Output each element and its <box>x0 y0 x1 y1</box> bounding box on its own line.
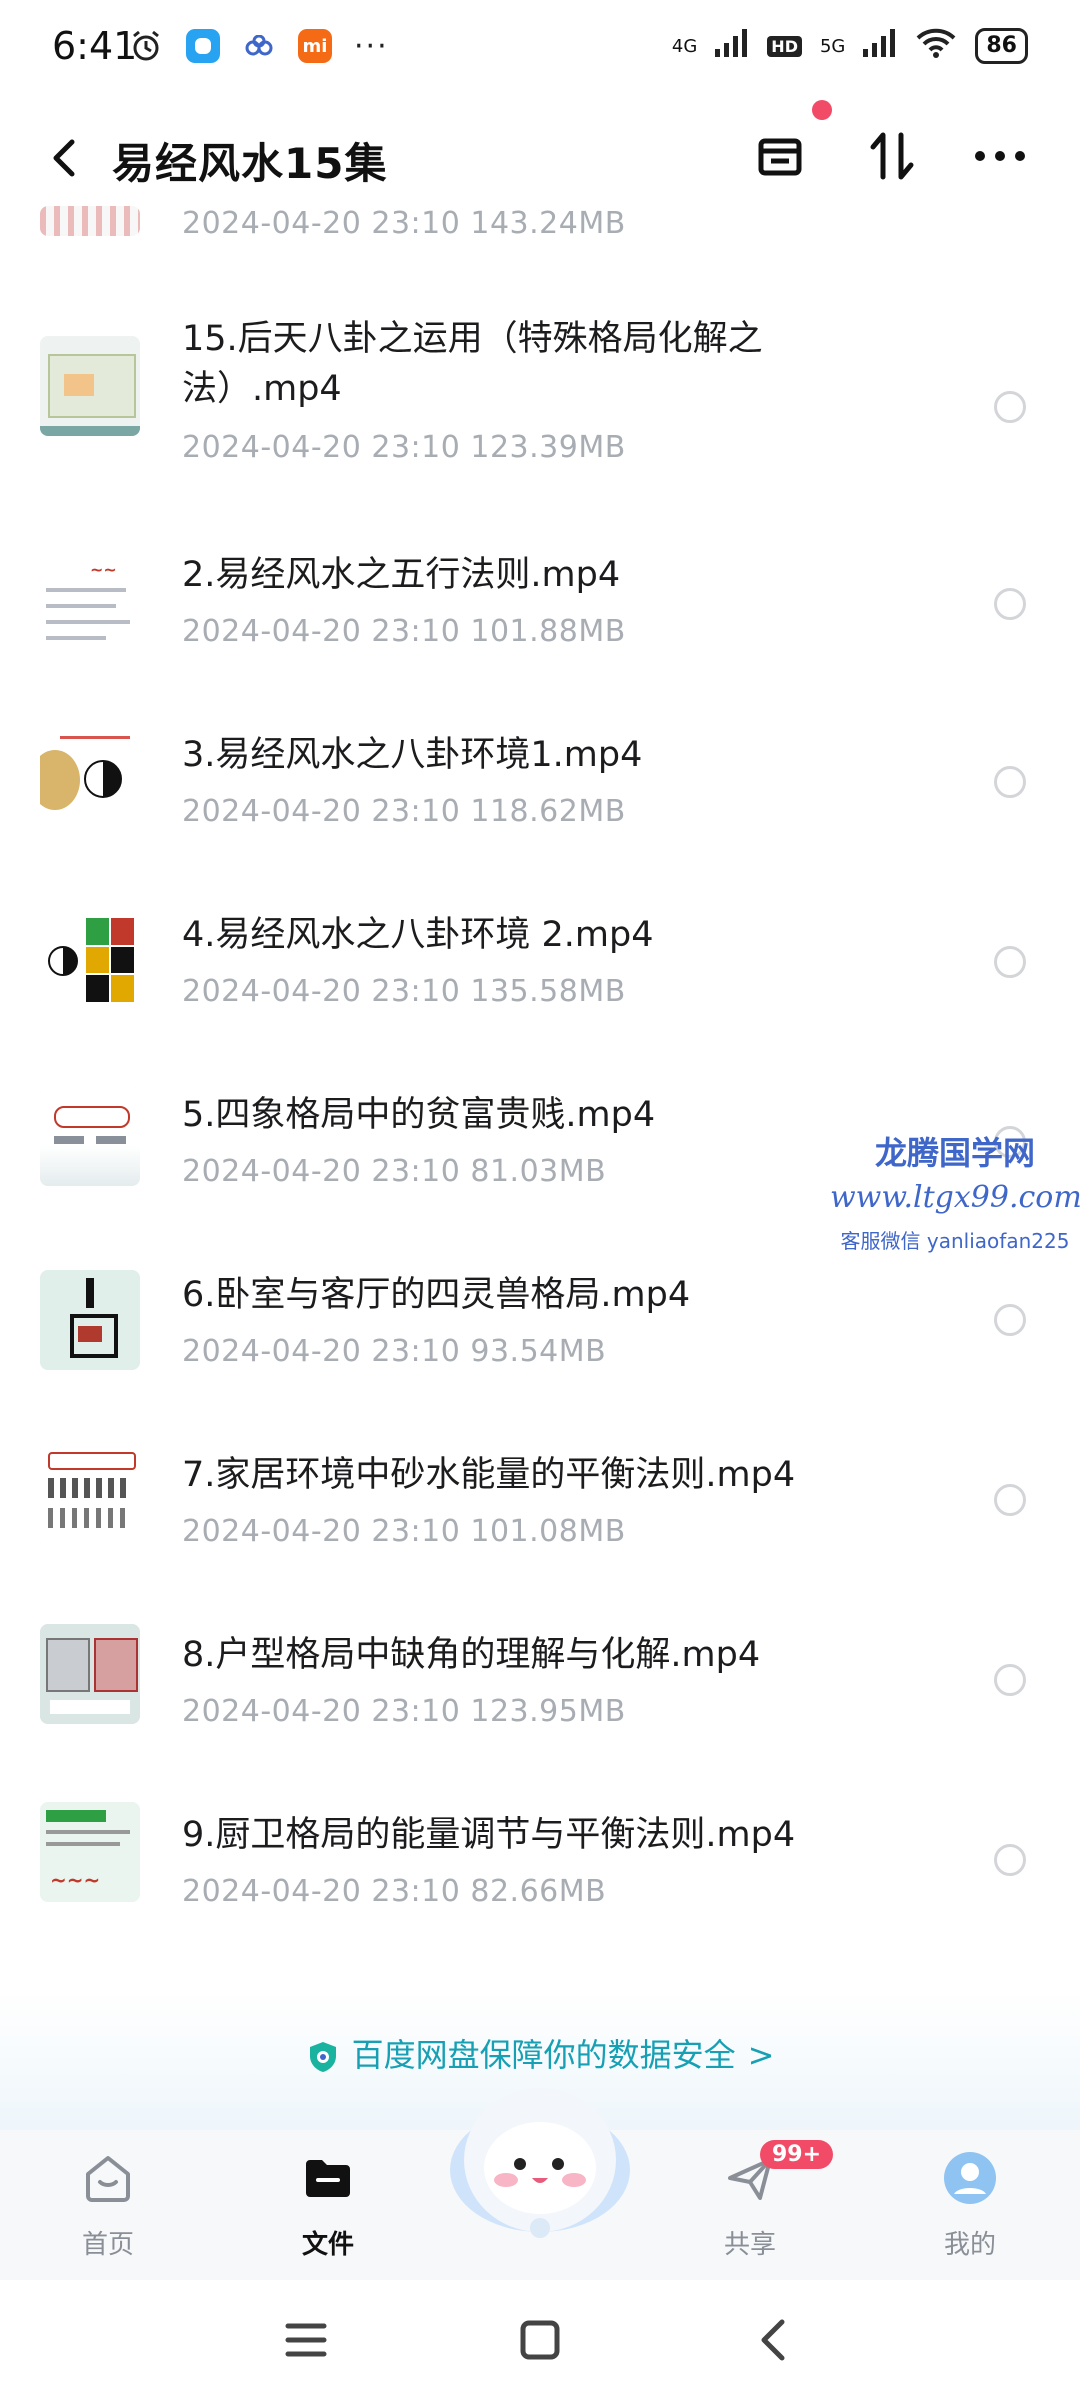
battery-indicator: 86 <box>975 28 1028 64</box>
recent-apps-button[interactable] <box>276 2310 336 2370</box>
watermark: 龙腾国学网 www.ltgx99.com 客服微信 yanliaofan225 <box>830 1128 1080 1254</box>
select-radio[interactable] <box>994 588 1026 620</box>
bagua-grid <box>86 918 134 1002</box>
select-radio[interactable] <box>994 1304 1026 1336</box>
file-meta: 2024-04-20 23:10 81.03MB <box>182 1154 607 1189</box>
signal-icon <box>715 29 749 63</box>
select-radio[interactable] <box>994 1664 1026 1696</box>
watermark-contact: 客服微信 yanliaofan225 <box>840 1229 1070 1253</box>
shield-icon <box>309 2042 336 2072</box>
yin-yang-icon <box>84 760 122 798</box>
file-row[interactable]: ~~~ 9.厨卫格局的能量调节与平衡法则.mp4 2024-04-20 23:1… <box>0 1780 1080 1950</box>
file-name: 8.户型格局中缺角的理解与化解.mp4 <box>182 1635 761 1675</box>
file-name: 2.易经风水之五行法则.mp4 <box>182 555 621 595</box>
watermark-title: 龙腾国学网 <box>874 1134 1035 1172</box>
baidu-pan-notification-icon <box>242 29 276 63</box>
file-meta: 2024-04-20 23:10 135.58MB <box>182 974 626 1009</box>
notification-dot <box>812 100 832 120</box>
file-name: 4.易经风水之八卦环境 2.mp4 <box>182 915 654 955</box>
file-meta: 2024-04-20 23:10 118.62MB <box>182 794 626 829</box>
file-meta: 2024-04-20 23:10 101.08MB <box>182 1514 626 1549</box>
signal2-icon <box>863 29 897 63</box>
file-meta: 2024-04-20 23:10 123.95MB <box>182 1694 626 1729</box>
nav-share-label: 共享 <box>723 2230 776 2260</box>
file-row[interactable]: 8.户型格局中缺角的理解与化解.mp4 2024-04-20 23:10 123… <box>0 1600 1080 1770</box>
home-icon <box>86 2156 130 2202</box>
file-name: 9.厨卫格局的能量调节与平衡法则.mp4 <box>182 1815 796 1855</box>
menu-icon <box>285 2323 327 2357</box>
watermark-url: www.ltgx99.com <box>830 1180 1080 1215</box>
network1-label: 4G <box>671 35 698 57</box>
alarm-icon <box>128 28 164 64</box>
status-notification-icons: mi ··· <box>128 28 389 64</box>
folder-icon <box>306 2160 350 2197</box>
file-thumbnail <box>40 1624 140 1724</box>
hd-badge: HD <box>767 35 802 57</box>
file-meta: 2024-04-20 23:10 82.66MB <box>182 1874 607 1909</box>
square-icon <box>520 2320 560 2360</box>
nav-profile-label: 我的 <box>943 2230 996 2260</box>
select-radio[interactable] <box>994 946 1026 978</box>
select-radio[interactable] <box>994 1844 1026 1876</box>
back-arrow-icon <box>761 2319 785 2361</box>
status-time: 6:41 <box>52 24 138 68</box>
file-name: 6.卧室与客厅的四灵兽格局.mp4 <box>182 1275 691 1315</box>
file-thumbnail <box>40 1446 140 1546</box>
file-row[interactable]: ~~ 2.易经风水之五行法则.mp4 2024-04-20 23:10 101.… <box>0 520 1080 690</box>
file-name: 5.四象格局中的贫富贵贱.mp4 <box>182 1095 656 1135</box>
file-meta: 2024-04-20 23:10 123.39MB <box>182 430 626 465</box>
file-meta: 2024-04-20 23:10 93.54MB <box>182 1334 607 1369</box>
file-thumbnail <box>40 206 140 236</box>
mi-notification-icon: mi <box>298 29 332 63</box>
home-button[interactable] <box>510 2310 570 2370</box>
nav-home-label: 首页 <box>81 2230 134 2260</box>
file-thumbnail: ~~ <box>40 554 140 654</box>
nav-files[interactable]: 文件 <box>258 2150 398 2261</box>
file-thumbnail <box>40 730 140 830</box>
file-row[interactable]: 6.卧室与客厅的四灵兽格局.mp4 2024-04-20 23:10 93.54… <box>0 1240 1080 1410</box>
system-back-button[interactable] <box>744 2310 804 2370</box>
file-thumbnail <box>40 906 140 1006</box>
nav-home[interactable]: 首页 <box>38 2150 178 2261</box>
status-bar: 6:41 mi ··· 4G HD 5G 86 <box>0 0 1080 96</box>
select-radio[interactable] <box>994 766 1026 798</box>
file-name: 15.后天八卦之运用（特殊格局化解之法）.mp4 <box>182 319 763 409</box>
file-thumbnail <box>40 336 140 436</box>
file-row[interactable]: 15.后天八卦之运用（特殊格局化解之法）.mp4 2024-04-20 23:1… <box>0 300 1080 530</box>
select-radio[interactable] <box>994 1484 1026 1516</box>
assistant-mascot-button[interactable] <box>440 2060 640 2250</box>
file-name: 7.家居环境中砂水能量的平衡法则.mp4 <box>182 1455 796 1495</box>
wifi-icon <box>915 28 957 64</box>
select-radio[interactable] <box>994 391 1026 423</box>
chevron-right-icon: > <box>747 2036 775 2074</box>
share-badge: 99+ <box>760 2140 834 2169</box>
file-thumbnail <box>40 1086 140 1186</box>
file-row[interactable]: 2024-04-20 23:10 143.24MB <box>0 140 1080 310</box>
system-nav-bar <box>0 2280 1080 2400</box>
nav-profile[interactable]: 我的 <box>900 2150 1040 2261</box>
more-notifications-icon: ··· <box>354 28 389 64</box>
file-meta: 2024-04-20 23:10 101.88MB <box>182 614 626 649</box>
profile-icon <box>944 2152 996 2204</box>
nav-files-label: 文件 <box>301 2230 354 2260</box>
network2-label: 5G <box>819 35 846 57</box>
file-meta: 2024-04-20 23:10 143.24MB <box>182 206 626 241</box>
file-row[interactable]: 7.家居环境中砂水能量的平衡法则.mp4 2024-04-20 23:10 10… <box>0 1420 1080 1590</box>
file-thumbnail <box>40 1270 140 1370</box>
mascot-icon <box>450 2088 630 2238</box>
app-notification-icon <box>186 29 220 63</box>
file-name: 3.易经风水之八卦环境1.mp4 <box>182 735 643 775</box>
status-right: 4G HD 5G 86 <box>672 28 1028 64</box>
file-row[interactable]: 3.易经风水之八卦环境1.mp4 2024-04-20 23:10 118.62… <box>0 700 1080 870</box>
file-row[interactable]: 4.易经风水之八卦环境 2.mp4 2024-04-20 23:10 135.5… <box>0 880 1080 1050</box>
file-thumbnail: ~~~ <box>40 1802 140 1902</box>
